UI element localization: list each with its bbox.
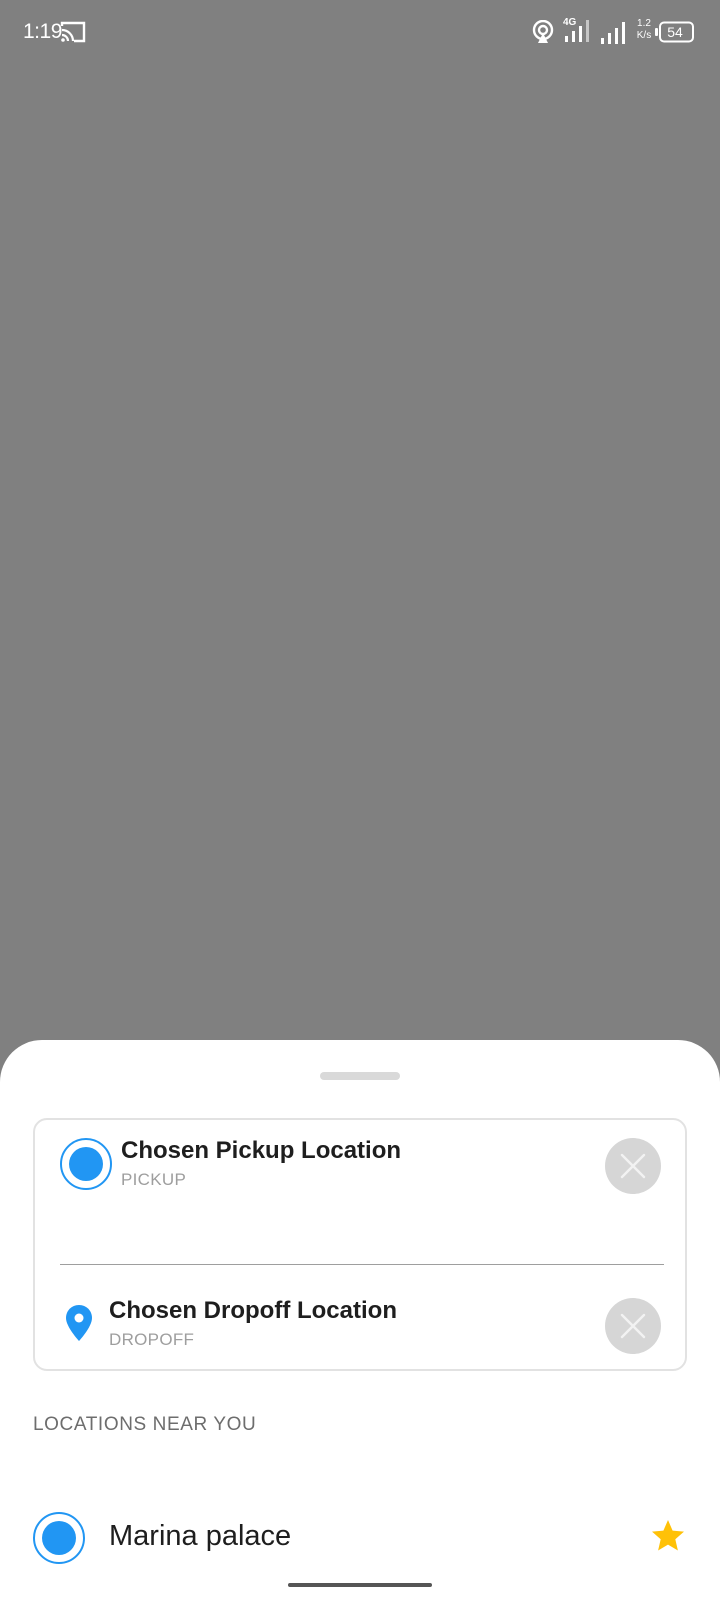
dropoff-subtitle: DROPOFF xyxy=(109,1330,195,1349)
dropoff-title: Chosen Dropoff Location xyxy=(109,1297,397,1324)
dropoff-location-row[interactable]: Chosen Dropoff Location DROPOFF xyxy=(35,1290,685,1370)
location-radio-icon xyxy=(33,1512,85,1564)
signal-icon: 4G xyxy=(563,17,589,42)
pickup-title: Chosen Pickup Location xyxy=(121,1137,402,1164)
ride-location-screen: 1:19 4G 1.2 K/s 54 Chosen Pickup Locatio… xyxy=(0,0,720,1600)
close-icon xyxy=(620,1313,646,1339)
signal-icon xyxy=(601,22,625,44)
location-bottom-sheet: Chosen Pickup Location PICKUP Chosen Dro… xyxy=(0,1040,720,1600)
drag-handle[interactable] xyxy=(320,1072,400,1080)
cast-icon xyxy=(60,21,86,43)
svg-text:4G: 4G xyxy=(563,17,577,28)
pickup-subtitle: PICKUP xyxy=(121,1170,187,1189)
divider xyxy=(60,1264,664,1265)
nearby-locations-heading: LOCATIONS NEAR YOU xyxy=(33,1414,257,1435)
clear-pickup-button[interactable] xyxy=(605,1138,661,1194)
home-indicator[interactable] xyxy=(288,1583,432,1587)
battery-level: 54 xyxy=(667,24,683,40)
location-name: Marina palace xyxy=(109,1520,292,1552)
close-icon xyxy=(620,1153,646,1179)
status-bar: 1:19 4G 1.2 K/s 54 xyxy=(0,0,720,66)
hotspot-icon xyxy=(532,20,554,43)
list-item[interactable]: Marina palace xyxy=(0,1510,720,1580)
network-speed: 1.2 K/s xyxy=(636,18,652,41)
pickup-location-row[interactable]: Chosen Pickup Location PICKUP xyxy=(35,1130,685,1210)
location-pin-icon xyxy=(66,1305,92,1341)
star-icon[interactable] xyxy=(650,1518,686,1554)
clear-dropoff-button[interactable] xyxy=(605,1298,661,1354)
route-card: Chosen Pickup Location PICKUP Chosen Dro… xyxy=(33,1118,687,1371)
pickup-radio-icon xyxy=(60,1138,112,1190)
status-time: 1:19 xyxy=(23,20,62,43)
